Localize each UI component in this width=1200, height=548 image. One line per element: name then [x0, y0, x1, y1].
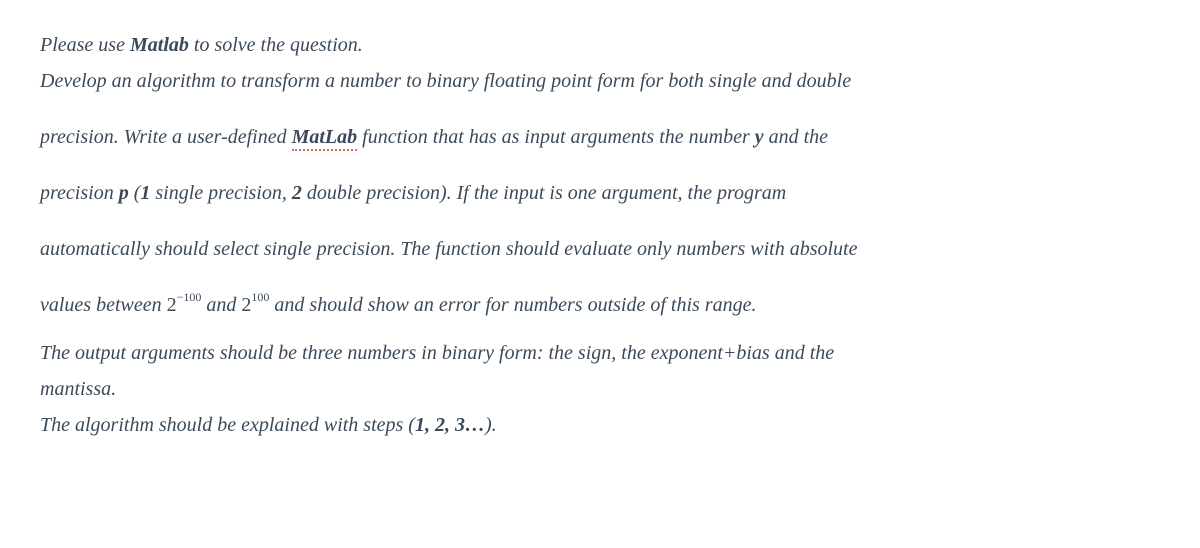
math-power-1: 2−100 [167, 294, 202, 316]
line-2: Develop an algorithm to transform a numb… [40, 66, 1160, 96]
line-7: The output arguments should be three num… [40, 338, 1160, 368]
variable-p: p [119, 182, 129, 204]
line-6: values between 2−100 and 2100 and should… [40, 290, 1160, 320]
text-bold: Matlab [130, 34, 189, 56]
text: precision. Write a user-defined [40, 126, 292, 148]
line-1: Please use Matlab to solve the question. [40, 30, 1160, 60]
text: single precision, [150, 182, 291, 204]
text: automatically should select single preci… [40, 238, 858, 260]
text-bold: 2 [292, 182, 302, 204]
text: double precision). If the input is one a… [302, 182, 786, 204]
line-9: The algorithm should be explained with s… [40, 410, 1160, 440]
variable-y: y [755, 126, 764, 148]
text: and should show an error for numbers out… [269, 294, 756, 316]
underlined-text: MatLab [292, 126, 358, 151]
text: precision [40, 182, 119, 204]
line-4: precision p (1 single precision, 2 doubl… [40, 178, 1160, 208]
line-3: precision. Write a user-defined MatLab f… [40, 122, 1160, 152]
text: function that has as input arguments the… [357, 126, 755, 148]
text-bold: 1 [140, 182, 150, 204]
text: mantissa. [40, 378, 116, 400]
text: Develop an algorithm to transform a numb… [40, 70, 851, 92]
line-5: automatically should select single preci… [40, 234, 1160, 264]
line-8: mantissa. [40, 374, 1160, 404]
text: The output arguments should be three num… [40, 342, 834, 364]
text-bold: 1, 2, 3… [415, 414, 485, 436]
text: ). [485, 414, 497, 436]
text: and [201, 294, 241, 316]
text: The algorithm should be explained with s… [40, 414, 415, 436]
text: Please use [40, 34, 130, 56]
text: values between [40, 294, 167, 316]
text: and the [764, 126, 828, 148]
math-power-2: 2100 [241, 294, 269, 316]
text: to solve the question. [189, 34, 363, 56]
text: ( [129, 182, 141, 204]
